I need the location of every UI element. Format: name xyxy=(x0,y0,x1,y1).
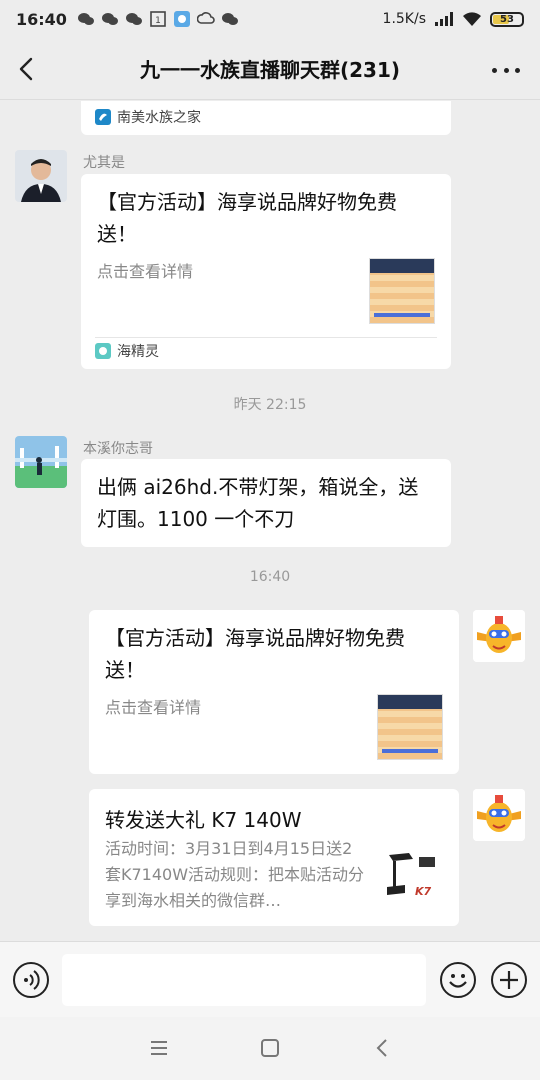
plus-icon[interactable] xyxy=(491,962,527,998)
more-dots-icon[interactable] xyxy=(492,60,520,80)
link-card[interactable]: 【官方活动】海享说品牌好物免费送！ 点击查看详情 海精灵 xyxy=(81,174,451,369)
calendar-icon: 1 xyxy=(150,11,166,27)
card-thumbnail: K7 xyxy=(379,845,445,911)
notification-icons: 1 xyxy=(77,11,239,27)
svg-text:1: 1 xyxy=(155,16,161,26)
avatar[interactable] xyxy=(15,436,67,488)
card-thumbnail xyxy=(369,258,435,324)
battery-level: 53 xyxy=(500,13,514,25)
wechat-icon xyxy=(77,13,94,25)
card-divider xyxy=(95,337,437,338)
chat-title: 九一一水族直播聊天群(231) xyxy=(139,58,401,82)
product-lamp-image xyxy=(387,853,435,895)
chat-area[interactable]: 南美水族之家 尤其是 【官方活动】海享说品牌好物免费送！ 点击查看详情 海精灵 … xyxy=(0,101,540,941)
card-subtitle: 点击查看详情 xyxy=(97,262,194,281)
voice-wave xyxy=(24,970,40,990)
mini-program-icon xyxy=(95,343,111,359)
network-speed: 1.5K/s xyxy=(382,11,426,27)
input-bar xyxy=(0,941,540,1017)
avatar-photo xyxy=(15,150,67,202)
link-card[interactable]: 【官方活动】海享说品牌好物免费送！ 点击查看详情 xyxy=(89,610,459,774)
card-title: 转发送大礼 K7 140W xyxy=(105,808,302,832)
cloud-icon xyxy=(196,12,215,24)
back-triangle-icon[interactable] xyxy=(372,1037,394,1059)
status-bar: 16:40 1 1.5K/s 53 xyxy=(0,0,540,38)
card-source: 南美水族之家 xyxy=(95,107,201,127)
avatar-photo xyxy=(15,436,67,488)
emoji-face xyxy=(449,974,467,988)
wechat-icon xyxy=(221,13,238,25)
home-square-icon[interactable] xyxy=(259,1037,281,1059)
plus-sign xyxy=(500,971,518,989)
card-source-name: 海精灵 xyxy=(117,344,159,360)
app-icon xyxy=(173,11,190,27)
avatar[interactable] xyxy=(15,150,67,202)
card-source-name: 南美水族之家 xyxy=(117,110,201,126)
card-title: 【官方活动】海享说品牌好物免费送！ xyxy=(105,626,405,682)
chat-header: 九一一水族直播聊天群(231) xyxy=(0,38,540,100)
voice-icon[interactable] xyxy=(13,962,49,998)
partial-link-card[interactable]: 南美水族之家 xyxy=(81,101,451,135)
wechat-icon xyxy=(125,13,142,25)
status-time: 16:40 xyxy=(16,9,67,29)
battery-icon: 53 xyxy=(490,11,524,27)
text-message[interactable]: 出俩 ai26hd.不带灯架，箱说全，送灯围。1100 一个不刀 xyxy=(81,459,451,547)
wechat-icon xyxy=(101,13,118,25)
menu-icon[interactable] xyxy=(148,1037,170,1059)
cartoon-plane-avatar xyxy=(473,789,525,841)
sender-name: 本溪你志哥 xyxy=(83,441,153,457)
my-avatar[interactable] xyxy=(473,610,525,662)
wifi-icon xyxy=(463,12,481,26)
card-source: 海精灵 xyxy=(95,341,159,361)
sender-name: 尤其是 xyxy=(83,155,125,171)
chevron-left-icon[interactable] xyxy=(14,56,40,82)
time-separator: 16:40 xyxy=(249,569,291,585)
link-card[interactable]: 转发送大礼 K7 140W 活动时间：3月31日到4月15日送2套K7140W活… xyxy=(89,789,459,926)
cartoon-plane-avatar xyxy=(473,610,525,662)
card-description: 活动时间：3月31日到4月15日送2套K7140W活动规则：把本贴活动分享到海水… xyxy=(105,839,365,910)
mini-program-icon xyxy=(95,109,111,125)
time-separator: 昨天 22:15 xyxy=(233,397,307,413)
emoji-icon[interactable] xyxy=(440,962,476,998)
status-right: 1.5K/s 53 xyxy=(383,11,524,27)
signal-icon xyxy=(435,12,453,26)
my-avatar[interactable] xyxy=(473,789,525,841)
message-input[interactable] xyxy=(62,954,426,1006)
card-thumbnail xyxy=(377,694,443,760)
system-navigation-bar xyxy=(0,1017,540,1080)
card-subtitle: 点击查看详情 xyxy=(105,698,202,717)
card-title: 【官方活动】海享说品牌好物免费送！ xyxy=(97,190,397,246)
thumbnail-text: K7 xyxy=(415,885,432,898)
